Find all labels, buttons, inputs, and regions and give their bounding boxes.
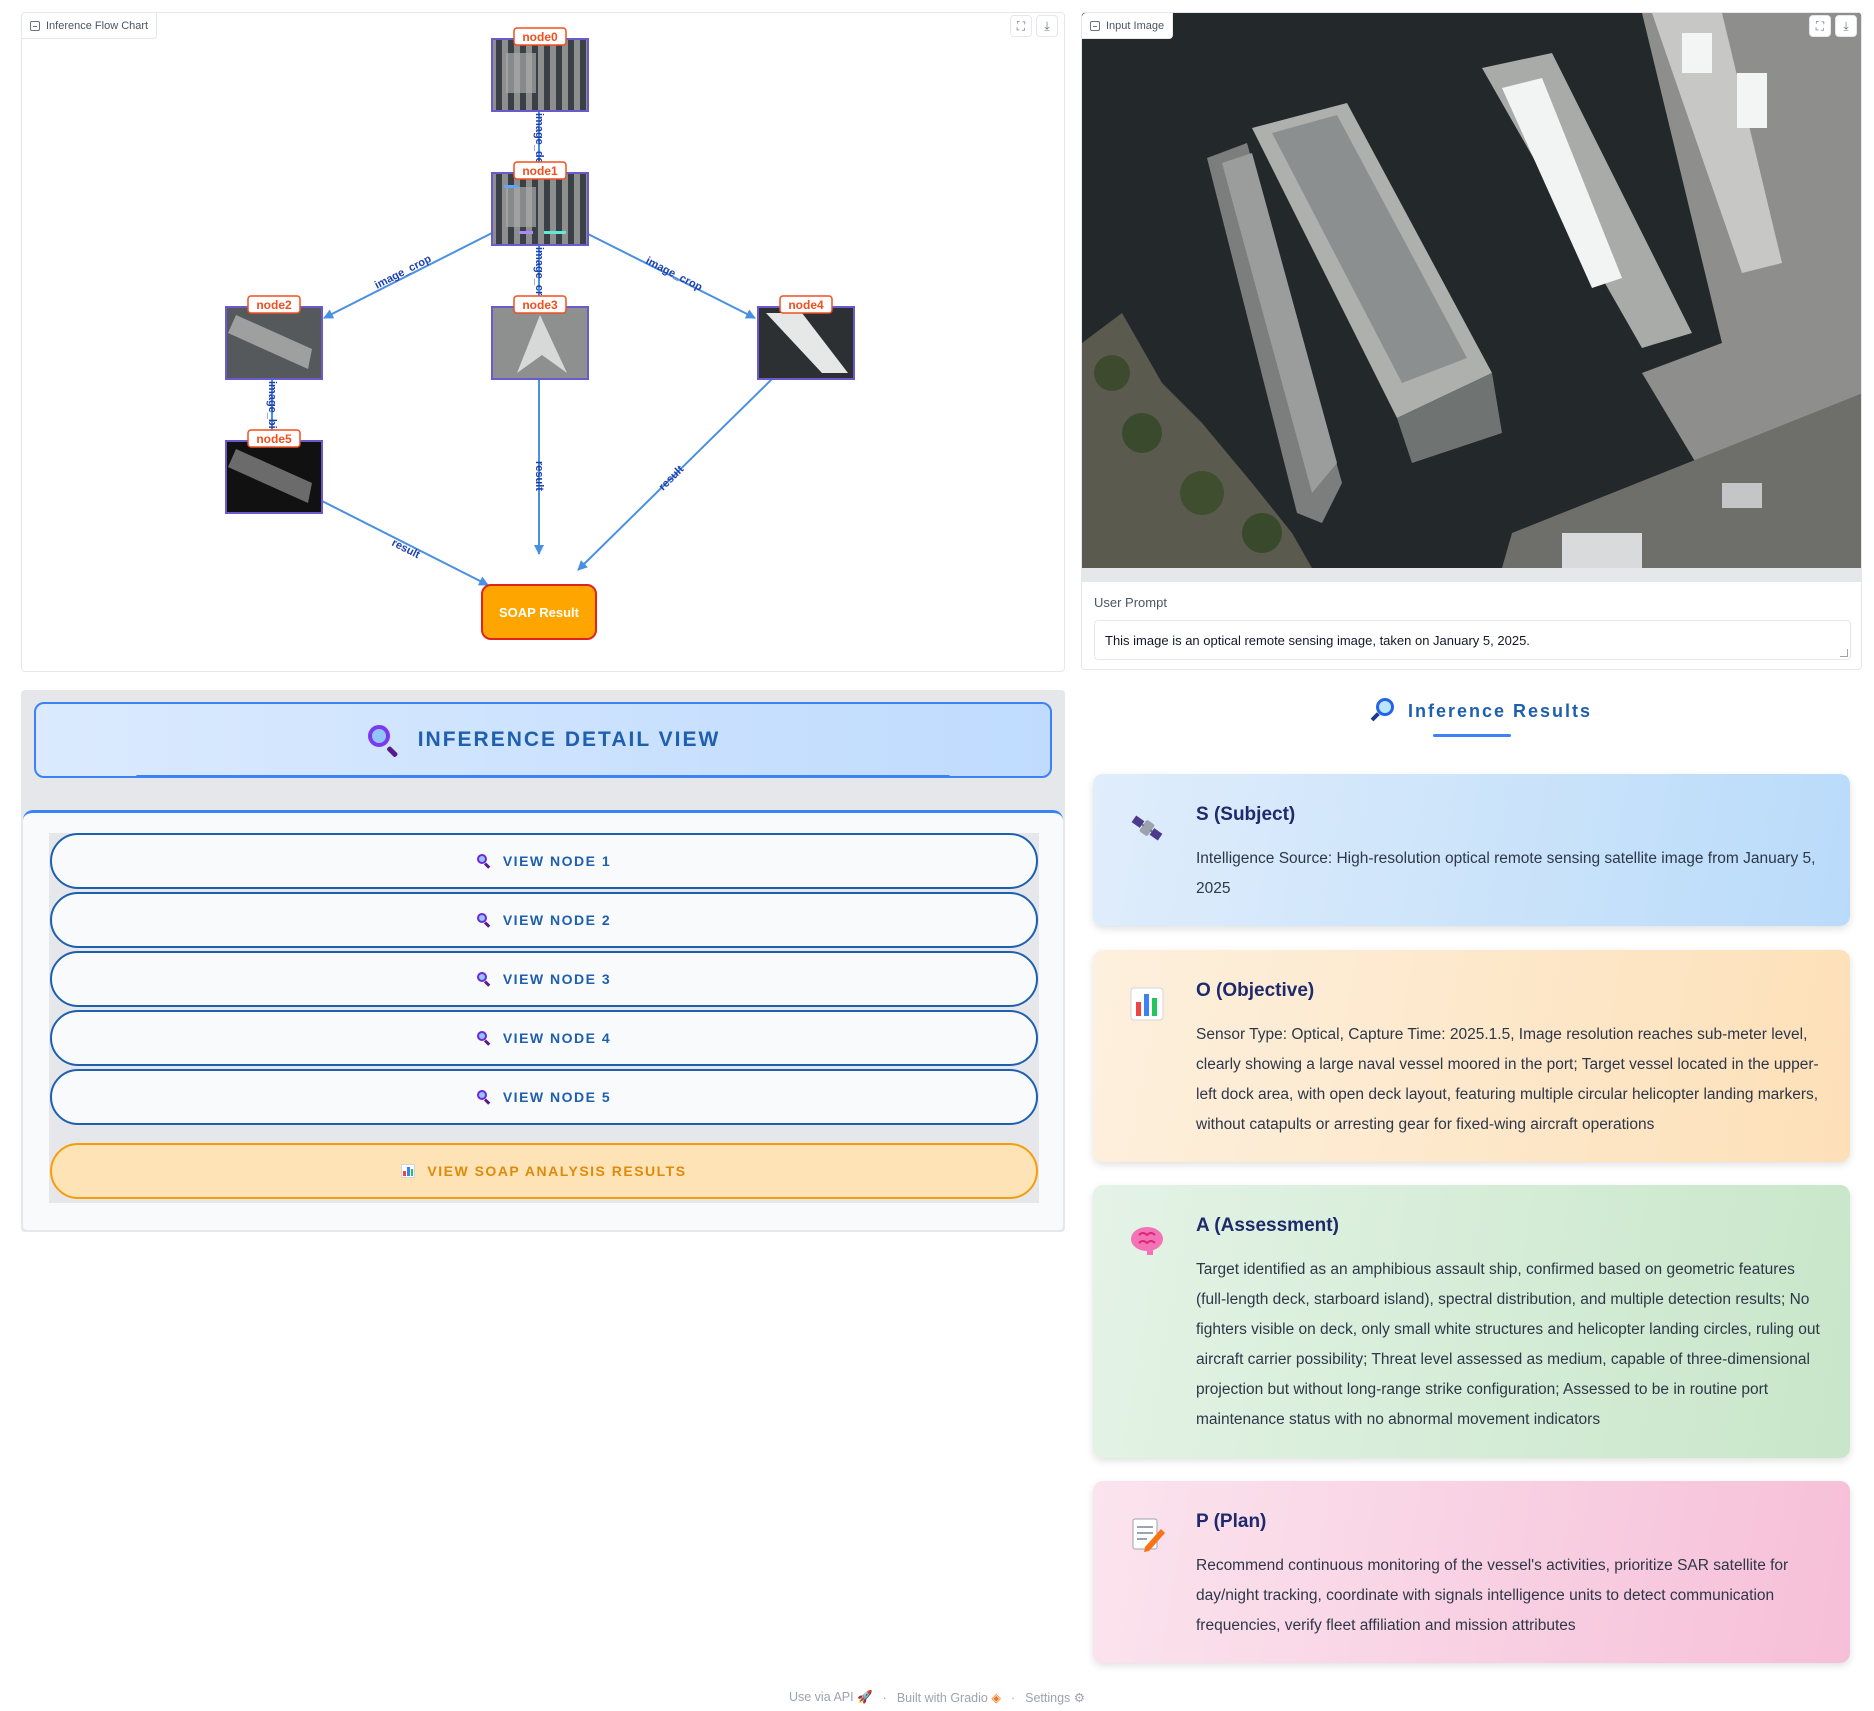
bar-chart-icon (1130, 987, 1164, 1021)
svg-text:SOAP Result: SOAP Result (499, 605, 580, 620)
download-icon[interactable]: ⤓ (1036, 15, 1058, 37)
edge-label-e12: image_crop (373, 253, 434, 292)
user-prompt-value: This image is an optical remote sensing … (1105, 632, 1530, 648)
edge-label-e4r: result (657, 463, 687, 493)
flow-node-2[interactable]: node2 (225, 295, 323, 380)
edge-label-e5r: result (390, 537, 422, 561)
input-image-panel: Input Image ⛶ ⤓ User Prompt This image i… (1081, 12, 1862, 670)
footer-separator: · (882, 1690, 887, 1705)
flow-node-1[interactable]: node1 (491, 161, 589, 246)
inference-results-heading: Inference Results (1370, 698, 1592, 724)
flow-chart: image_detection image_crop image_crop im… (225, 27, 855, 640)
user-prompt-label: User Prompt (1094, 595, 1167, 610)
use-via-api-link[interactable]: Use via API 🚀 (789, 1690, 873, 1705)
chart-label-icon (30, 20, 40, 31)
footer: Use via API 🚀 · Built with Gradio ◈ · Se… (0, 1690, 1874, 1705)
settings-link[interactable]: Settings ⚙ (1025, 1690, 1085, 1705)
view-node-5-button[interactable]: VIEW NODE 5 (50, 1069, 1038, 1125)
flow-node-0[interactable]: node0 (491, 27, 589, 112)
satellite-image: Input Image ⛶ ⤓ (1082, 13, 1861, 568)
magnifier-icon (366, 723, 400, 758)
download-icon[interactable]: ⤓ (1835, 15, 1857, 37)
results-underline (1433, 734, 1511, 737)
node-button-list: VIEW NODE 1 VIEW NODE 2 VIEW NODE 3 VIEW… (49, 833, 1039, 1203)
footer-separator: · (1010, 1690, 1016, 1705)
detail-view-header: INFERENCE DETAIL VIEW (34, 702, 1052, 778)
view-node-3-button[interactable]: VIEW NODE 3 (50, 951, 1038, 1007)
soap-result-node[interactable]: SOAP Result (481, 584, 597, 640)
brain-icon (1131, 1227, 1163, 1255)
edge-labels: image_detection image_crop image_crop im… (266, 113, 704, 561)
node-label-2: node2 (256, 298, 292, 312)
built-with-gradio-link[interactable]: Built with Gradio ◈ (897, 1690, 1001, 1705)
node-label-1: node1 (522, 164, 558, 178)
flow-chart-label: Inference Flow Chart (22, 13, 158, 39)
gradio-logo-icon: ◈ (991, 1691, 1001, 1705)
app-page: image_detection image_crop image_crop im… (0, 0, 1874, 1711)
resize-handle-icon[interactable] (1840, 649, 1848, 657)
fullscreen-icon[interactable]: ⛶ (1809, 15, 1831, 37)
view-node-4-button[interactable]: VIEW NODE 4 (50, 1010, 1038, 1066)
node-label-0: node0 (522, 30, 558, 44)
magnifier-icon (476, 854, 491, 869)
soap-card-assessment: A (Assessment) Target identified as an a… (1093, 1185, 1850, 1458)
edge-label-e14: image_crop (644, 255, 705, 294)
view-node-2-button[interactable]: VIEW NODE 2 (50, 892, 1038, 948)
view-soap-results-button[interactable]: VIEW SOAP ANALYSIS RESULTS (50, 1143, 1038, 1199)
edge-label-e3r: result (533, 461, 545, 491)
soap-card-subject: S (Subject) Intelligence Source: High-re… (1093, 774, 1850, 926)
magnifier-icon (476, 913, 491, 928)
fullscreen-icon[interactable]: ⛶ (1010, 15, 1032, 37)
memo-icon (1132, 1518, 1165, 1552)
node-label-5: node5 (256, 432, 292, 446)
node-label-3: node3 (522, 298, 558, 312)
detail-view-body: VIEW NODE 1 VIEW NODE 2 VIEW NODE 3 VIEW… (23, 810, 1063, 1230)
magnifier-icon (476, 1031, 491, 1046)
satellite-image-drawing (1082, 13, 1861, 568)
inference-detail-panel: INFERENCE DETAIL VIEW VIEW NODE 1 VIEW N… (21, 690, 1065, 1232)
node-label-4: node4 (788, 298, 824, 312)
detail-view-title: INFERENCE DETAIL VIEW (417, 728, 721, 751)
soap-card-plan: P (Plan) Recommend continuous monitoring… (1093, 1481, 1850, 1663)
rocket-icon: 🚀 (857, 1690, 873, 1704)
magnifier-icon (476, 1090, 491, 1105)
magnifier-icon (1370, 698, 1396, 724)
flow-node-4[interactable]: node4 (757, 295, 855, 380)
view-node-1-button[interactable]: VIEW NODE 1 (50, 833, 1038, 889)
user-prompt-input[interactable]: This image is an optical remote sensing … (1094, 620, 1851, 660)
bar-chart-icon (401, 1164, 416, 1178)
image-divider (1082, 568, 1861, 582)
magnifier-icon (476, 972, 491, 987)
image-label-icon (1090, 20, 1100, 31)
gear-icon: ⚙ (1073, 1691, 1086, 1705)
flow-chart-panel: image_detection image_crop image_crop im… (21, 12, 1065, 672)
soap-card-objective: O (Objective) Sensor Type: Optical, Capt… (1093, 950, 1850, 1162)
input-image-label: Input Image (1082, 13, 1174, 39)
flow-node-3[interactable]: node3 (491, 295, 589, 380)
flow-node-5[interactable]: node5 (225, 429, 323, 514)
satellite-icon (1131, 815, 1163, 841)
